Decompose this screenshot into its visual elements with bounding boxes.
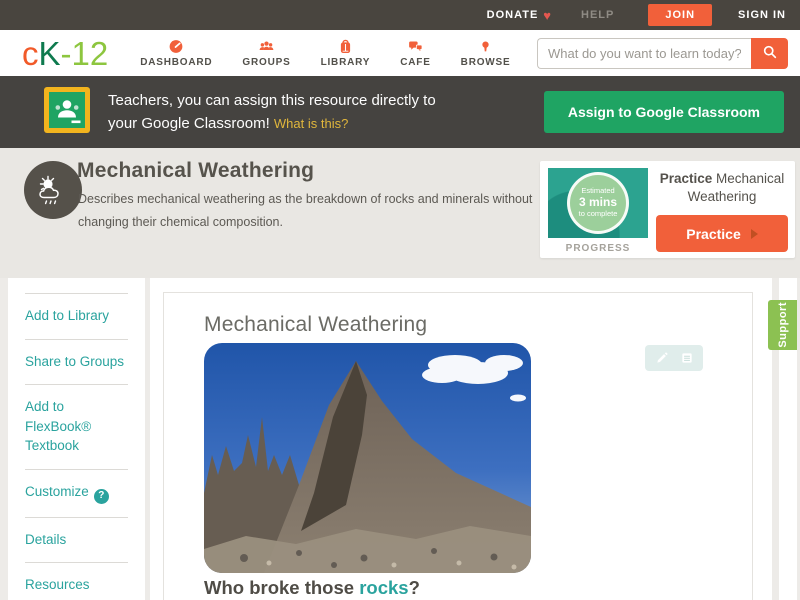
customize-label: Customize xyxy=(25,483,89,499)
article-card: Mechanical Weathering Who broke those ro… xyxy=(163,292,753,600)
nav-item-browse[interactable]: BROWSE xyxy=(461,38,511,68)
nav-item-library[interactable]: LIBRARY xyxy=(321,38,371,68)
practice-right: Practice Mechanical Weathering Practice xyxy=(656,170,788,253)
mountain-photo xyxy=(204,343,531,573)
question-prefix: Who broke those xyxy=(204,577,360,598)
action-sidebar: Add to Library Share to Groups Add to Fl… xyxy=(8,278,145,600)
nav-item-groups[interactable]: GROUPS xyxy=(242,38,290,68)
resource-title: Mechanical Weathering xyxy=(77,159,315,182)
arrow-right-icon xyxy=(750,228,758,239)
backpack-icon xyxy=(337,38,354,55)
sidebar-item-add-to-library[interactable]: Add to Library xyxy=(25,293,128,339)
nav-items: DASHBOARD GROUPS LIBRARY CAFE BROWSE xyxy=(140,38,510,68)
logo-part-12: -12 xyxy=(60,34,109,72)
weather-icon xyxy=(24,161,82,219)
practice-widget: Estimated 3 mins to complete PROGRESS Pr… xyxy=(540,161,795,258)
question-suffix: ? xyxy=(408,577,420,598)
page: DONATE ♥ HELP JOIN SIGN IN c K -12 DASHB… xyxy=(0,0,800,600)
nav-label: LIBRARY xyxy=(320,57,371,68)
main-navbar: c K -12 DASHBOARD GROUPS LIBRARY CAFE BR… xyxy=(0,30,800,76)
nav-label: DASHBOARD xyxy=(140,57,213,68)
pencil-icon[interactable] xyxy=(655,351,669,365)
practice-button-label: Practice xyxy=(686,225,741,242)
practice-title: Practice Mechanical Weathering xyxy=(656,170,788,206)
sign-in-link[interactable]: SIGN IN xyxy=(738,9,786,21)
resource-header: Mechanical Weathering Describes mechanic… xyxy=(0,148,800,278)
nav-label: GROUPS xyxy=(242,57,291,68)
what-is-this-link[interactable]: What is this? xyxy=(274,116,348,131)
practice-button[interactable]: Practice xyxy=(656,215,788,253)
notes-icon[interactable] xyxy=(680,351,694,365)
practice-thumbnail[interactable]: Estimated 3 mins to complete xyxy=(548,168,648,238)
classroom-banner-text: Teachers, you can assign this resource d… xyxy=(108,89,436,136)
chat-bubbles-icon xyxy=(406,38,425,55)
support-tab-label: Support xyxy=(776,302,789,348)
search-button[interactable] xyxy=(751,37,788,69)
gauge-icon xyxy=(167,38,185,55)
sidebar-item-resources[interactable]: Resources xyxy=(25,562,128,600)
badge-line-3: to complete xyxy=(578,208,618,218)
resource-description: Describes mechanical weathering as the b… xyxy=(78,192,533,229)
sidebar-item-add-to-flexbook[interactable]: Add to FlexBook® Textbook xyxy=(25,384,128,469)
progress-label: PROGRESS xyxy=(565,243,631,254)
practice-title-bold: Practice xyxy=(659,171,713,186)
donate-link[interactable]: DONATE ♥ xyxy=(487,8,551,23)
banner-line-1: Teachers, you can assign this resource d… xyxy=(108,91,436,109)
badge-line-2: 3 mins xyxy=(578,195,617,210)
heart-icon: ♥ xyxy=(543,7,552,23)
google-classroom-icon xyxy=(44,86,90,138)
logo-part-k: K xyxy=(38,34,61,72)
estimated-time-badge: Estimated 3 mins to complete xyxy=(567,172,629,234)
lesson-question: Who broke those rocks? xyxy=(204,577,420,599)
help-question-icon[interactable]: ? xyxy=(93,488,109,504)
main-panel: Mechanical Weathering Who broke those ro… xyxy=(150,278,772,600)
search-icon xyxy=(761,43,779,64)
classroom-banner: Teachers, you can assign this resource d… xyxy=(0,76,800,148)
join-button[interactable]: JOIN xyxy=(648,4,713,26)
assign-to-classroom-button[interactable]: Assign to Google Classroom xyxy=(543,91,784,133)
logo-part-c: c xyxy=(22,34,39,72)
ck12-logo[interactable]: c K -12 xyxy=(22,37,108,70)
annotation-toolbar xyxy=(645,345,703,371)
support-tab[interactable]: Support xyxy=(768,300,797,350)
people-icon xyxy=(257,38,276,55)
nav-item-cafe[interactable]: CAFE xyxy=(400,38,430,68)
lightbulb-icon xyxy=(479,38,492,55)
sidebar-item-customize[interactable]: Customize? xyxy=(25,468,128,517)
help-link[interactable]: HELP xyxy=(581,9,614,21)
rocks-link[interactable]: rocks xyxy=(359,577,408,598)
donate-label: DONATE xyxy=(486,9,539,21)
nav-item-dashboard[interactable]: DASHBOARD xyxy=(140,38,212,68)
nav-label: BROWSE xyxy=(460,57,511,68)
banner-line-2: your Google Classroom! xyxy=(108,115,270,132)
article-title: Mechanical Weathering xyxy=(204,313,428,336)
sidebar-item-share-to-groups[interactable]: Share to Groups xyxy=(25,338,128,385)
top-utility-bar: DONATE ♥ HELP JOIN SIGN IN xyxy=(0,0,800,30)
search-bar xyxy=(537,37,788,69)
search-input[interactable] xyxy=(537,37,751,69)
sidebar-item-details[interactable]: Details xyxy=(25,516,128,563)
nav-label: CAFE xyxy=(400,57,431,68)
